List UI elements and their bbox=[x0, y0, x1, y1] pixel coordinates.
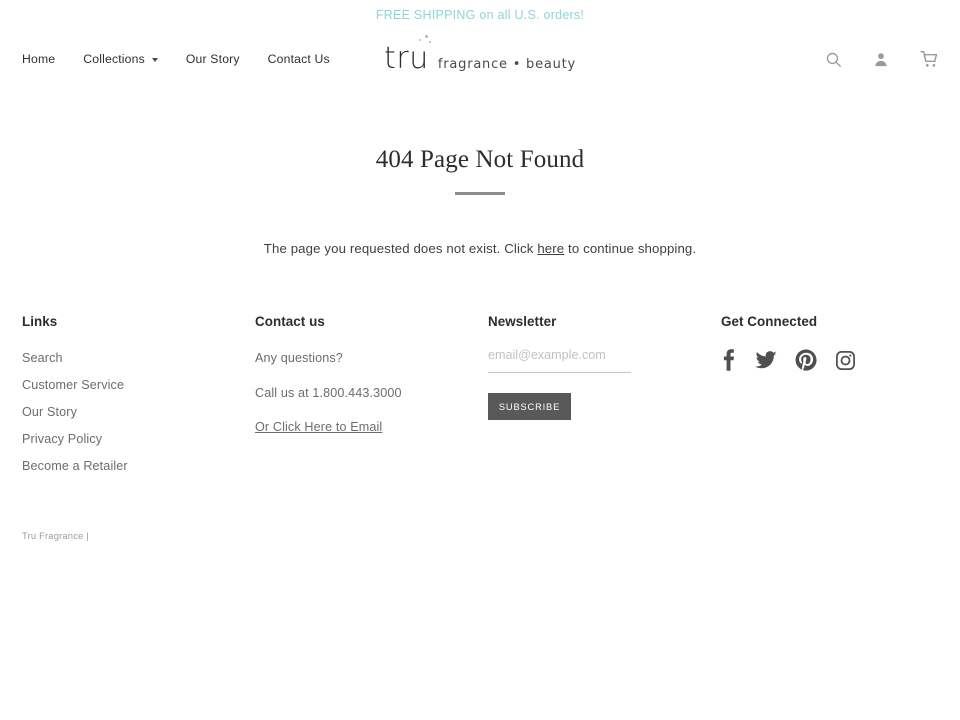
footer-column-newsletter: Newsletter SUBSCRIBE bbox=[488, 314, 721, 483]
footer-link-privacy-policy[interactable]: Privacy Policy bbox=[22, 429, 255, 449]
contact-phone: Call us at 1.800.443.3000 bbox=[255, 386, 402, 400]
announcement-text: FREE SHIPPING on all U.S. orders! bbox=[375, 8, 585, 22]
footer-link-search[interactable]: Search bbox=[22, 348, 255, 368]
footer-link-our-story[interactable]: Our Story bbox=[22, 402, 255, 422]
site-logo[interactable]: tru fragrance • beauty bbox=[384, 35, 576, 74]
cart-icon[interactable] bbox=[918, 48, 940, 70]
account-icon[interactable] bbox=[870, 48, 892, 70]
nav-item-label: Contact Us bbox=[267, 52, 330, 66]
header-icon-group bbox=[822, 48, 940, 70]
page-title: 404 Page Not Found bbox=[375, 146, 585, 173]
newsletter-email-input[interactable] bbox=[488, 348, 631, 373]
logo-mark-text: tru bbox=[384, 35, 431, 74]
footer-heading-newsletter: Newsletter bbox=[488, 314, 557, 329]
footer-column-social: Get Connected bbox=[721, 314, 931, 483]
footer-heading-contact: Contact us bbox=[255, 314, 325, 329]
nav-item-label: Our Story bbox=[185, 52, 240, 66]
footer-column-contact: Contact us Any questions? Call us at 1.8… bbox=[255, 314, 488, 483]
pinterest-icon[interactable] bbox=[795, 349, 817, 371]
subscribe-button[interactable]: SUBSCRIBE bbox=[488, 393, 571, 420]
nav-item-collections[interactable]: Collections bbox=[83, 52, 158, 66]
instagram-icon[interactable] bbox=[835, 350, 856, 371]
contact-email-link[interactable]: Or Click Here to Email bbox=[255, 420, 382, 434]
announcement-bar: FREE SHIPPING on all U.S. orders! bbox=[0, 0, 960, 30]
footer-columns: Links Search Customer Service Our Story … bbox=[22, 314, 938, 483]
contact-question: Any questions? bbox=[255, 351, 343, 365]
footer-link-customer-service[interactable]: Customer Service bbox=[22, 375, 255, 395]
footer-column-links: Links Search Customer Service Our Story … bbox=[22, 314, 255, 483]
search-icon[interactable] bbox=[822, 48, 844, 70]
title-divider bbox=[455, 192, 505, 195]
site-header: Home Collections Our Story Contact Us tr… bbox=[0, 30, 960, 88]
nav-item-label: Collections bbox=[83, 52, 145, 66]
footer-heading-social: Get Connected bbox=[721, 314, 818, 329]
body-text-after: to continue shopping. bbox=[564, 241, 697, 256]
main-navigation: Home Collections Our Story Contact Us bbox=[22, 52, 330, 66]
footer-link-become-a-retailer[interactable]: Become a Retailer bbox=[22, 456, 255, 476]
footer-heading-links: Links bbox=[22, 314, 58, 329]
body-text-before: The page you requested does not exist. C… bbox=[263, 241, 538, 256]
chevron-down-icon bbox=[151, 58, 158, 62]
sparkle-icon bbox=[417, 35, 433, 47]
nav-item-label: Home bbox=[22, 52, 56, 66]
copyright-text: Tru Fragrance | bbox=[22, 529, 89, 541]
nav-item-home[interactable]: Home bbox=[22, 52, 55, 66]
twitter-icon[interactable] bbox=[755, 349, 777, 371]
social-icon-row bbox=[721, 348, 931, 372]
site-footer: Links Search Customer Service Our Story … bbox=[0, 314, 960, 541]
nav-item-our-story[interactable]: Our Story bbox=[186, 52, 240, 66]
continue-shopping-link[interactable]: here bbox=[537, 241, 564, 256]
facebook-icon[interactable] bbox=[721, 348, 737, 372]
page-body-text: The page you requested does not exist. C… bbox=[0, 241, 960, 256]
nav-item-contact-us[interactable]: Contact Us bbox=[268, 52, 330, 66]
logo-tagline: fragrance • beauty bbox=[437, 57, 576, 72]
main-content: 404 Page Not Found The page you requeste… bbox=[0, 88, 960, 256]
